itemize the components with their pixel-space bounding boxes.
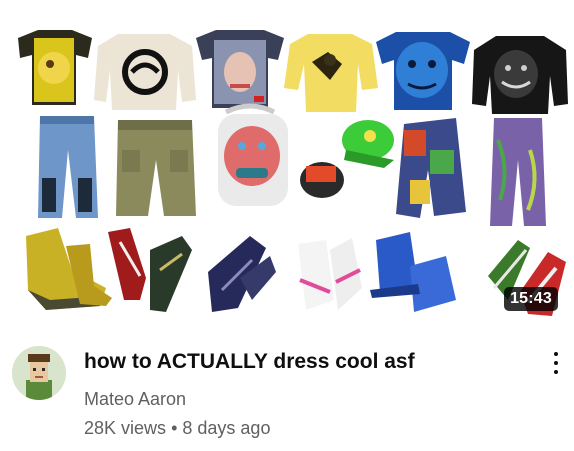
aphex-sweater	[94, 34, 196, 110]
channel-name[interactable]: Mateo Aaron	[84, 389, 186, 410]
portrait-tee	[196, 30, 284, 108]
view-count: 28K views	[84, 418, 167, 438]
adidas-sneakers	[108, 228, 192, 312]
blue-jeans	[38, 116, 98, 218]
navy-sneakers	[208, 236, 276, 312]
duration-badge: 15:43	[504, 287, 558, 311]
clothing-collage	[18, 30, 568, 316]
yellow-graphic-tee	[18, 30, 92, 105]
white-pink-sneakers	[298, 238, 362, 310]
channel-avatar[interactable]	[12, 346, 66, 400]
face-backpack	[218, 103, 288, 206]
menu-dot	[554, 360, 558, 365]
black-gorilla-sweater	[472, 36, 568, 114]
menu-dot	[554, 370, 558, 375]
purple-jeans	[490, 118, 546, 226]
patch-shorts	[396, 118, 466, 218]
olive-cargo-pants	[116, 120, 196, 216]
menu-dot	[554, 351, 558, 356]
upload-age: 8 days ago	[182, 418, 271, 438]
blue-boots	[370, 232, 456, 312]
video-thumbnail[interactable]: 15:43	[0, 0, 574, 330]
video-title[interactable]: how to ACTUALLY dress cool asf	[84, 350, 524, 374]
yellow-shirt	[284, 34, 378, 112]
meta-separator: •	[171, 418, 178, 438]
cap-pair	[300, 120, 394, 198]
yellow-boots	[26, 228, 112, 310]
video-metadata: 28K views • 8 days ago	[84, 418, 270, 439]
more-vert-icon[interactable]	[546, 349, 566, 377]
avatar-icon	[12, 346, 66, 400]
blue-face-tee	[376, 32, 470, 110]
